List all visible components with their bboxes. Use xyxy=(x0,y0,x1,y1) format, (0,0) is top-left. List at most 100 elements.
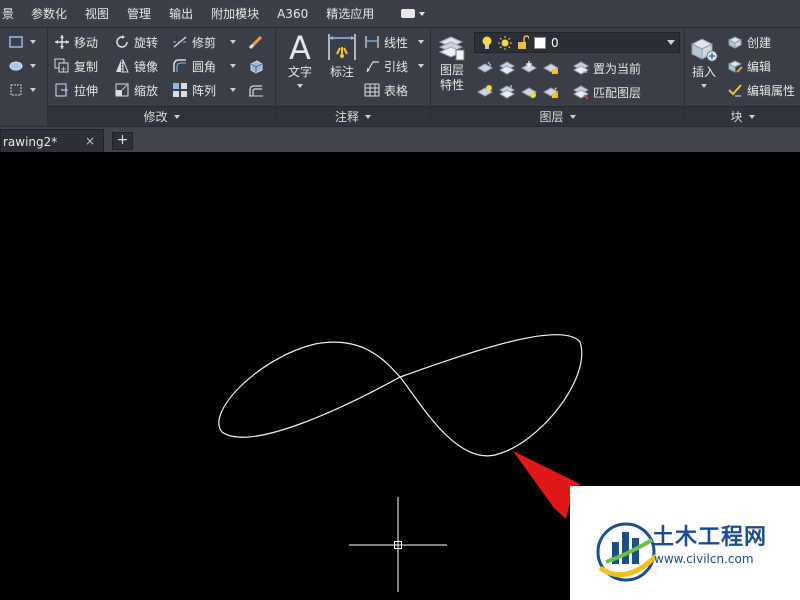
panel-annotation: A 文字 标注 线性 引线 表格 注释 xyxy=(276,28,431,126)
spline-curve[interactable] xyxy=(218,334,583,457)
panel-layers-title[interactable]: 图层 xyxy=(431,106,684,126)
scale-button[interactable]: 缩放 xyxy=(114,80,158,100)
menu-item-parametric[interactable]: 参数化 xyxy=(22,0,76,28)
chevron-down-icon xyxy=(419,11,426,16)
menu-item-featured-apps[interactable]: 精选应用 xyxy=(317,0,383,28)
edit-attributes-button[interactable]: 编辑属性 xyxy=(727,80,795,100)
edit-block-icon xyxy=(727,58,743,74)
chevron-down-icon xyxy=(230,40,237,44)
fillet-label: 圆角 xyxy=(192,59,217,74)
copy-label: 复制 xyxy=(74,59,99,74)
panel-modify-title[interactable]: 修改 xyxy=(48,106,275,126)
copy-button[interactable]: 复制 xyxy=(54,56,98,76)
layer-freeze-icon[interactable] xyxy=(520,60,538,76)
trim-label: 修剪 xyxy=(192,35,217,50)
array-label: 阵列 xyxy=(192,83,217,98)
panel-modify: 移动 旋转 修剪 复制 镜像 圆角 拉伸 缩放 阵列 修改 xyxy=(48,28,276,126)
layer-dropdown[interactable]: 0 xyxy=(474,32,680,53)
linear-dimension-icon xyxy=(364,34,380,50)
dimension-button[interactable]: 标注 xyxy=(326,30,358,80)
stretch-button[interactable]: 拉伸 xyxy=(54,80,98,100)
menu-item-a360[interactable]: A360 xyxy=(268,0,317,28)
erase-button[interactable] xyxy=(248,32,264,52)
mirror-button[interactable]: 镜像 xyxy=(114,56,158,76)
explode-button[interactable] xyxy=(248,56,264,76)
chevron-down-icon xyxy=(230,64,237,68)
text-icon: A xyxy=(284,29,316,67)
document-tab[interactable]: rawing2* × xyxy=(0,129,104,153)
fillet-button[interactable]: 圆角 xyxy=(172,56,237,76)
scale-icon xyxy=(114,82,130,98)
layer-unisolate-icon[interactable] xyxy=(498,84,516,100)
draw-tool-2[interactable] xyxy=(8,56,36,76)
hatch-icon xyxy=(8,58,24,74)
mirror-icon xyxy=(114,58,130,74)
menu-item-manage[interactable]: 管理 xyxy=(118,0,160,28)
panel-block-title[interactable]: 块 xyxy=(685,106,800,126)
crosshair-cursor xyxy=(349,497,447,592)
match-layer-icon xyxy=(572,84,590,100)
document-tab-bar: rawing2* × + xyxy=(0,126,800,153)
layer-properties-button[interactable]: 图层 特性 xyxy=(437,32,467,93)
menu-item-output[interactable]: 输出 xyxy=(160,0,202,28)
layer-properties-label-2: 特性 xyxy=(439,78,464,92)
watermark-url: www.civilcn.com xyxy=(654,552,754,566)
insert-block-button[interactable]: 插入 xyxy=(688,32,720,88)
match-layer-label: 匹配图层 xyxy=(593,85,642,100)
array-button[interactable]: 阵列 xyxy=(172,80,237,100)
table-button[interactable]: 表格 xyxy=(364,80,408,100)
layer-on-icon[interactable] xyxy=(476,84,494,100)
panel-annotation-title[interactable]: 注释 xyxy=(276,106,430,126)
menu-item-addins[interactable]: 附加模块 xyxy=(202,0,268,28)
chevron-down-icon xyxy=(418,64,425,68)
chevron-down-icon xyxy=(365,114,371,119)
set-current-label: 置为当前 xyxy=(593,61,642,76)
edit-block-button[interactable]: 编辑 xyxy=(727,56,771,76)
edit-label: 编辑 xyxy=(747,59,772,74)
layer-lock-icon[interactable] xyxy=(542,60,560,76)
layer-off-icon[interactable] xyxy=(476,60,494,76)
panel-block: 插入 创建 编辑 编辑属性 块 xyxy=(685,28,800,126)
watermark-title: 土木工程网 xyxy=(652,525,768,550)
leader-button[interactable]: 引线 xyxy=(364,56,425,76)
document-tab-title: rawing2* xyxy=(3,134,58,149)
rotate-icon xyxy=(114,34,130,50)
set-current-layer-button[interactable]: 置为当前 xyxy=(572,58,642,78)
panel-layers-title-text: 图层 xyxy=(539,110,564,124)
explode-icon xyxy=(248,58,264,74)
chevron-down-icon[interactable] xyxy=(667,40,675,45)
create-block-button[interactable]: 创建 xyxy=(727,32,771,52)
close-icon[interactable]: × xyxy=(85,134,95,148)
edit-attributes-icon xyxy=(727,82,743,98)
layer-properties-icon xyxy=(436,32,468,62)
offset-button[interactable] xyxy=(248,80,264,100)
table-label: 表格 xyxy=(384,83,409,98)
trim-button[interactable]: 修剪 xyxy=(172,32,237,52)
fillet-icon xyxy=(172,58,188,74)
layer-tools-row-2 xyxy=(476,82,560,102)
linear-dimension-button[interactable]: 线性 xyxy=(364,32,425,52)
panel-modify-title-text: 修改 xyxy=(143,110,168,124)
menu-item-view-partial[interactable]: 景 xyxy=(0,0,22,28)
toggle-icon xyxy=(401,9,416,18)
unlock-icon xyxy=(517,34,530,51)
stretch-icon xyxy=(54,82,70,98)
layer-thaw-icon[interactable] xyxy=(520,84,538,100)
draw-tool-3[interactable] xyxy=(8,80,36,100)
text-button[interactable]: A 文字 xyxy=(284,29,316,88)
menu-item-view[interactable]: 视图 xyxy=(76,0,118,28)
rotate-button[interactable]: 旋转 xyxy=(114,32,158,52)
chevron-down-icon xyxy=(30,40,36,44)
insert-label: 插入 xyxy=(691,65,716,79)
ribbon-display-toggle[interactable] xyxy=(383,9,426,18)
layer-isolate-icon[interactable] xyxy=(498,60,516,76)
trim-icon xyxy=(172,34,188,50)
draw-tool-1[interactable] xyxy=(8,32,36,52)
match-layer-button[interactable]: 匹配图层 xyxy=(572,82,642,102)
chevron-down-icon xyxy=(30,88,36,92)
rotate-label: 旋转 xyxy=(134,35,159,50)
panel-draw-partial xyxy=(0,28,48,126)
layer-unlock-icon[interactable] xyxy=(542,84,560,100)
new-tab-button[interactable]: + xyxy=(112,132,133,150)
move-button[interactable]: 移动 xyxy=(54,32,98,52)
